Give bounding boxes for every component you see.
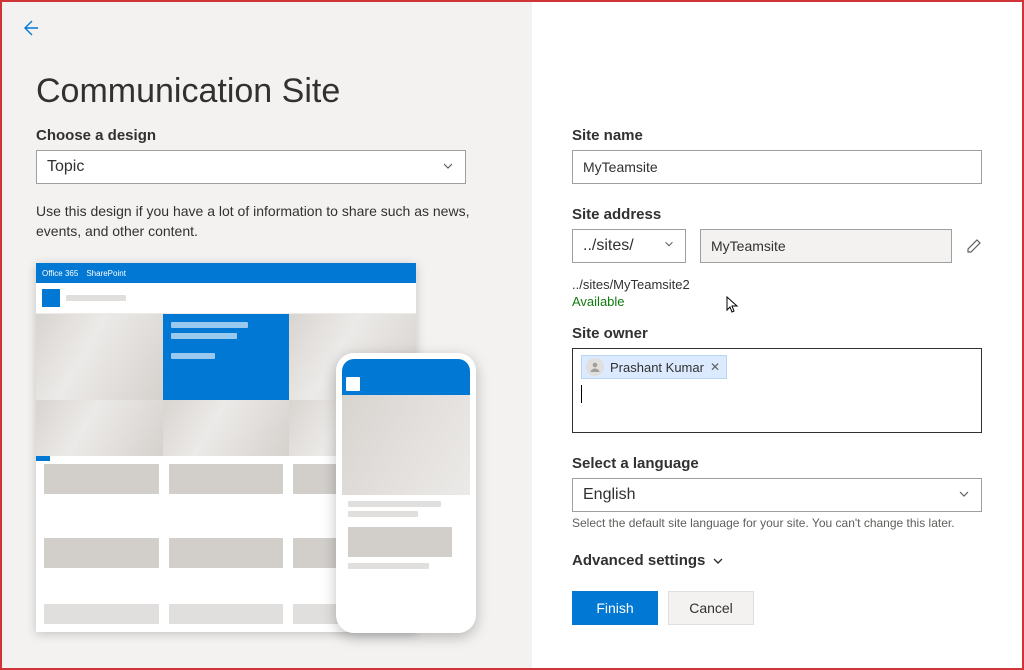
chevron-down-icon: [957, 487, 971, 501]
chevron-down-icon: [711, 554, 725, 568]
design-panel: Communication Site Choose a design Topic…: [2, 2, 532, 668]
site-address-value: MyTeamsite: [700, 229, 952, 263]
preview-mobile: [336, 353, 476, 633]
design-selected-value: Topic: [47, 158, 84, 176]
site-address-prefix-value: ../sites/: [583, 237, 634, 255]
site-owner-picker[interactable]: Prashant Kumar ✕: [572, 348, 982, 433]
finish-button[interactable]: Finish: [572, 591, 658, 625]
page-title: Communication Site: [36, 72, 498, 111]
design-description: Use this design if you have a lot of inf…: [36, 202, 498, 241]
preview-brand: Office 365: [42, 269, 78, 278]
arrow-left-icon: [20, 18, 40, 38]
edit-address-button[interactable]: [966, 238, 982, 254]
language-label: Select a language: [572, 455, 982, 472]
chevron-down-icon: [663, 238, 675, 250]
advanced-settings-toggle[interactable]: Advanced settings: [572, 552, 982, 569]
design-preview: Office 365 SharePoint: [36, 263, 476, 643]
preview-app: SharePoint: [86, 269, 126, 278]
design-label: Choose a design: [36, 127, 498, 144]
site-name-label: Site name: [572, 127, 982, 144]
owner-chip: Prashant Kumar ✕: [581, 355, 727, 379]
owner-name: Prashant Kumar: [610, 360, 704, 375]
site-owner-label: Site owner: [572, 325, 982, 342]
text-caret: [581, 385, 582, 403]
site-name-input[interactable]: [572, 150, 982, 184]
language-help-text: Select the default site language for you…: [572, 516, 982, 530]
remove-owner-button[interactable]: ✕: [710, 360, 720, 374]
site-address-prefix-select[interactable]: ../sites/: [572, 229, 686, 263]
advanced-settings-label: Advanced settings: [572, 552, 705, 569]
chevron-down-icon: [441, 159, 455, 173]
resolved-path: ../sites/MyTeamsite2: [572, 277, 982, 292]
language-selected-value: English: [583, 486, 635, 504]
design-select[interactable]: Topic: [36, 150, 466, 184]
site-address-label: Site address: [572, 206, 982, 223]
cancel-button[interactable]: Cancel: [668, 591, 754, 625]
pencil-icon: [966, 238, 982, 254]
back-button[interactable]: [20, 18, 40, 38]
availability-status: Available: [572, 294, 982, 309]
avatar-icon: [586, 358, 604, 376]
form-panel: Site name Site address ../sites/ MyTeams…: [532, 2, 1022, 668]
language-select[interactable]: English: [572, 478, 982, 512]
